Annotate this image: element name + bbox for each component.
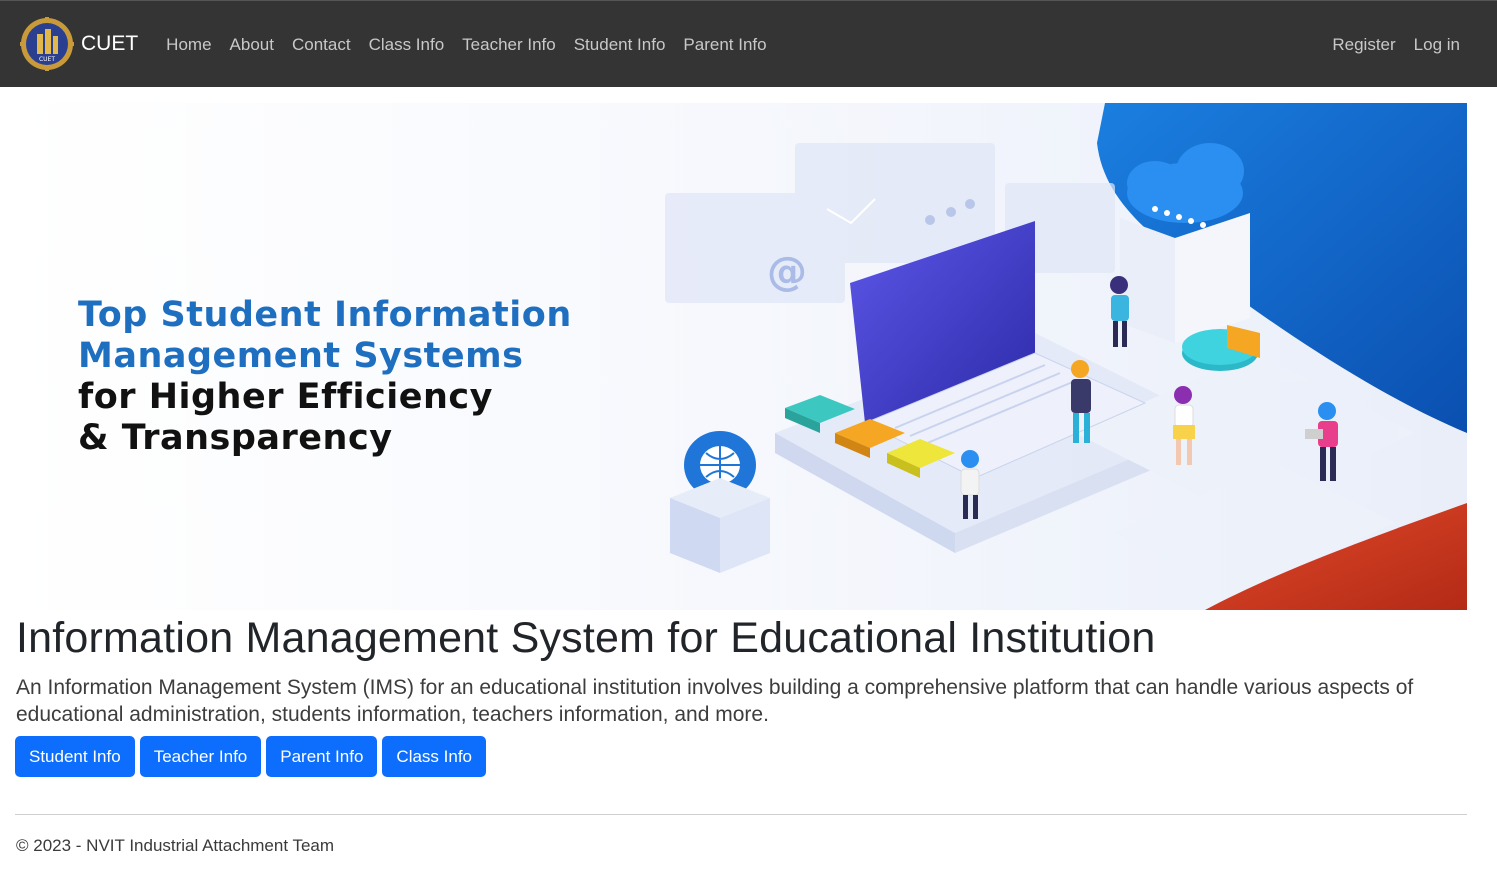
parent-info-button[interactable]: Parent Info bbox=[266, 736, 378, 777]
hero-banner: @ Top Student Information Management Sys… bbox=[15, 103, 1467, 610]
logo-text: CUET bbox=[39, 56, 55, 63]
quick-links: Student Info Teacher Info Parent Info Cl… bbox=[15, 736, 487, 777]
hero-line-4: & Transparency bbox=[78, 418, 393, 458]
cloud-icon bbox=[1120, 143, 1250, 343]
cuet-logo-icon: CUET bbox=[20, 17, 74, 71]
navbar: CUET CUET Home About Contact Class Info … bbox=[0, 0, 1497, 87]
nav-teacher-info[interactable]: Teacher Info bbox=[453, 1, 565, 88]
teacher-info-button[interactable]: Teacher Info bbox=[139, 736, 262, 777]
hero-line-1: Top Student Information bbox=[78, 295, 572, 335]
nav-links: Home About Contact Class Info Teacher In… bbox=[157, 1, 775, 88]
footer-divider bbox=[15, 814, 1467, 815]
page-title: Information Management System for Educat… bbox=[16, 614, 1156, 662]
page-description: An Information Management System (IMS) f… bbox=[16, 676, 1414, 726]
nav-login[interactable]: Log in bbox=[1405, 1, 1469, 88]
nav-parent-info[interactable]: Parent Info bbox=[674, 1, 775, 88]
hero-line-2: Management Systems bbox=[78, 336, 524, 376]
nav-home[interactable]: Home bbox=[157, 1, 220, 88]
hero-headline: Top Student Information Management Syste… bbox=[78, 295, 572, 459]
nav-about[interactable]: About bbox=[221, 1, 283, 88]
footer-text: © 2023 - NVIT Industrial Attachment Team bbox=[16, 836, 335, 855]
nav-register[interactable]: Register bbox=[1323, 1, 1404, 88]
brand[interactable]: CUET CUET bbox=[19, 16, 138, 72]
nav-student-info[interactable]: Student Info bbox=[565, 1, 675, 88]
nav-contact[interactable]: Contact bbox=[283, 1, 360, 88]
student-info-button[interactable]: Student Info bbox=[15, 736, 135, 777]
class-info-button[interactable]: Class Info bbox=[382, 736, 487, 777]
brand-name[interactable]: CUET bbox=[81, 32, 138, 56]
at-symbol: @ bbox=[767, 249, 807, 295]
hero-line-3: for Higher Efficiency bbox=[78, 377, 493, 417]
nav-auth-links: Register Log in bbox=[1323, 1, 1469, 88]
nav-class-info[interactable]: Class Info bbox=[360, 1, 454, 88]
